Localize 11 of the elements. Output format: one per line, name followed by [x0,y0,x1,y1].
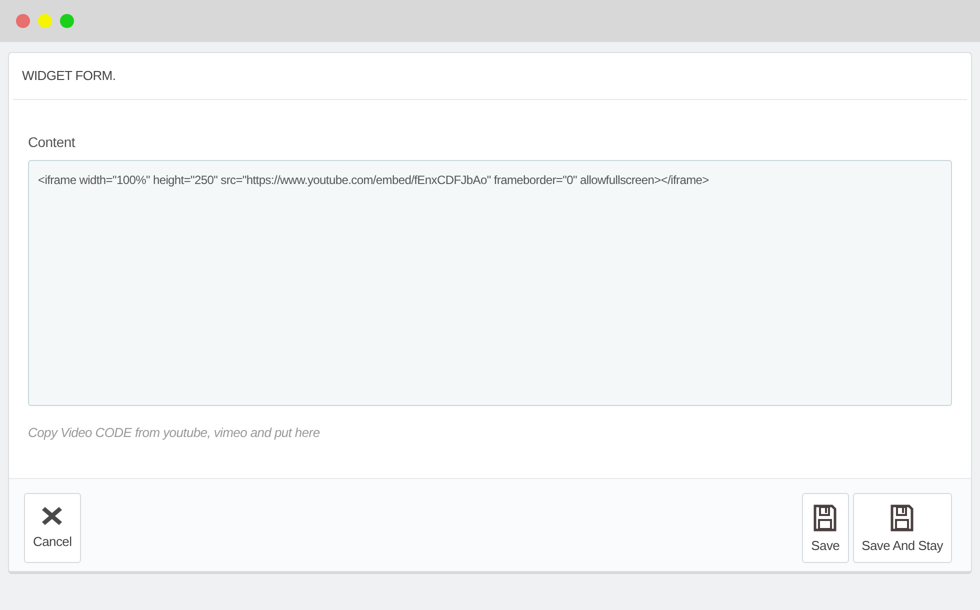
save-button[interactable]: Save [802,493,849,562]
window-control[interactable] [60,14,74,28]
window-control[interactable] [16,14,30,28]
window-control[interactable] [38,14,52,28]
field-label: Content [28,132,76,152]
panel-title: WIDGET FORM. [21,67,117,85]
save-button[interactable]: Save And Stay [852,493,952,562]
help-text: Copy Video CODE from youtube, vimeo and put here [28,424,321,442]
cancel-button[interactable]: Cancel [24,493,81,562]
close-icon [41,504,64,528]
content-textarea[interactable]: <iframe width="100%" height="250" src="https://www.youtube.com/embed/fEnxCDFJbAo" frameborder="0" allowfullscreen></iframe> [28,160,952,406]
